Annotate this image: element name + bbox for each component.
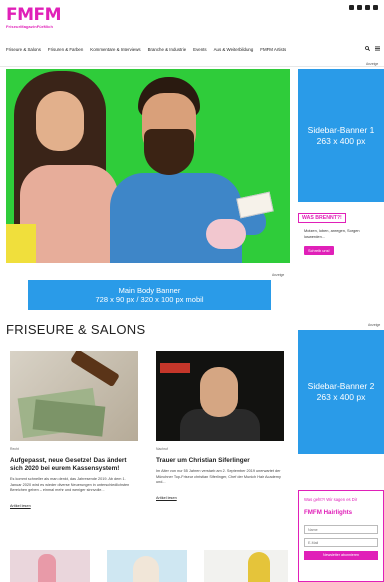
article-thumbnail[interactable] — [204, 550, 288, 582]
site-logo[interactable]: FMFM FriseurMagazinFürMich — [6, 5, 62, 29]
article-thumbnail[interactable] — [107, 550, 187, 582]
sidebar-banner-2[interactable]: Sidebar-Banner 2 263 x 400 px — [298, 330, 384, 454]
main-body-banner[interactable]: Main Body Banner 728 x 90 px / 320 x 100… — [28, 280, 271, 310]
article-excerpt: Es kommt schneller als man denkt, das Ja… — [10, 477, 130, 493]
article-thumbnail[interactable] — [10, 550, 90, 582]
youtube-icon[interactable] — [357, 5, 362, 10]
nav-actions — [365, 46, 380, 51]
instagram-icon[interactable] — [365, 5, 370, 10]
thumb-gavel — [70, 351, 120, 388]
article-thumbnail[interactable] — [10, 351, 138, 441]
article-card: Nachruf Trauer um Christian Siferlinger … — [156, 351, 284, 504]
search-icon[interactable] — [365, 46, 370, 51]
nav-item-kommentare-interviews[interactable]: Kommentare & Interviews — [90, 47, 140, 52]
nav-item-friseure-salons[interactable]: Friseure & Salons — [6, 47, 41, 52]
sidebar-banner-1-title: Sidebar-Banner 1 — [307, 124, 375, 135]
article-excerpt: Im Alter von nur 55 Jahren verstarb am 2… — [156, 469, 281, 485]
newsletter-box: Was geht?! Wir sagen es Dir FMFM Hairlig… — [298, 490, 384, 582]
sidebar-banner-2-title: Sidebar-Banner 2 — [307, 381, 375, 391]
hero-woman-face — [36, 91, 84, 151]
newsletter-heading: FMFM Hairlights — [304, 509, 353, 516]
hero-piggy-bank — [206, 219, 246, 249]
pinterest-icon[interactable] — [373, 5, 378, 10]
read-article-link[interactable]: Artikel lesen — [10, 504, 31, 508]
article-category[interactable]: Nachruf — [156, 447, 284, 451]
article-title[interactable]: Trauer um Christian Siferlinger — [156, 457, 284, 465]
menu-icon[interactable] — [375, 46, 380, 51]
sidebar-banner-2-size: 263 x 400 px — [316, 392, 366, 402]
was-brennt-text: Motzen, loben, anregen, Sorgen loswerden… — [304, 228, 360, 239]
thumb-figure — [38, 554, 56, 582]
social-links — [349, 5, 378, 10]
hero-image[interactable] — [6, 69, 290, 263]
write-us-button[interactable]: Schreib uns! — [304, 246, 334, 256]
newsletter-email-input[interactable] — [304, 538, 378, 547]
was-brennt-widget: WAS BRENNT?! Motzen, loben, anregen, Sor… — [298, 206, 384, 260]
section-title: FRISEURE & SALONS — [6, 322, 146, 337]
hero-shopping-bag — [6, 224, 36, 263]
nav-item-events[interactable]: Events — [193, 47, 206, 52]
header-divider — [0, 66, 384, 67]
newsletter-question: Was geht?! Wir sagen es Dir — [304, 497, 358, 502]
thumb-figure — [248, 552, 270, 582]
thumb-banner — [160, 363, 190, 373]
read-article-link[interactable]: Artikel lesen — [156, 496, 177, 500]
sidebar-banner-1-size: 263 x 400 px — [316, 135, 366, 146]
ad-label: Anzeige — [272, 273, 285, 277]
article-card: Recht Aufgepasst, neue Gesetze! Das ände… — [10, 351, 138, 512]
hero-credit-card — [236, 191, 274, 219]
hero-man-beard — [144, 129, 194, 175]
article-title[interactable]: Aufgepasst, neue Gesetze! Das ändert sic… — [10, 457, 138, 473]
ad-label: Anzeige — [366, 62, 379, 66]
nav-item-fmfm-artists[interactable]: FMFM Artists — [260, 47, 286, 52]
newsletter-name-input[interactable] — [304, 525, 378, 534]
main-nav: Friseure & Salons Frisuren & Farben Komm… — [6, 46, 380, 52]
newsletter-subscribe-button[interactable]: Newsletter abonnieren — [304, 551, 378, 560]
thumb-figure — [133, 556, 159, 582]
sidebar-banner-1[interactable]: Sidebar-Banner 1 263 x 400 px — [298, 69, 384, 202]
logo-wordmark: FMFM — [6, 5, 62, 25]
was-brennt-title: WAS BRENNT?! — [298, 213, 346, 223]
thumb-face — [200, 367, 238, 417]
main-banner-size: 728 x 90 px / 320 x 100 px mobil — [95, 295, 204, 304]
facebook-icon[interactable] — [349, 5, 354, 10]
ad-label: Anzeige — [368, 323, 381, 327]
nav-item-frisuren-farben[interactable]: Frisuren & Farben — [48, 47, 83, 52]
article-thumbnail[interactable] — [156, 351, 284, 441]
logo-tagline: FriseurMagazinFürMich — [6, 24, 53, 29]
main-banner-title: Main Body Banner — [118, 286, 181, 295]
article-category[interactable]: Recht — [10, 447, 138, 451]
nav-item-branche-industrie[interactable]: Branche & Industrie — [148, 47, 187, 52]
nav-item-aus-weiterbildung[interactable]: Aus & Weiterbildung — [214, 47, 254, 52]
